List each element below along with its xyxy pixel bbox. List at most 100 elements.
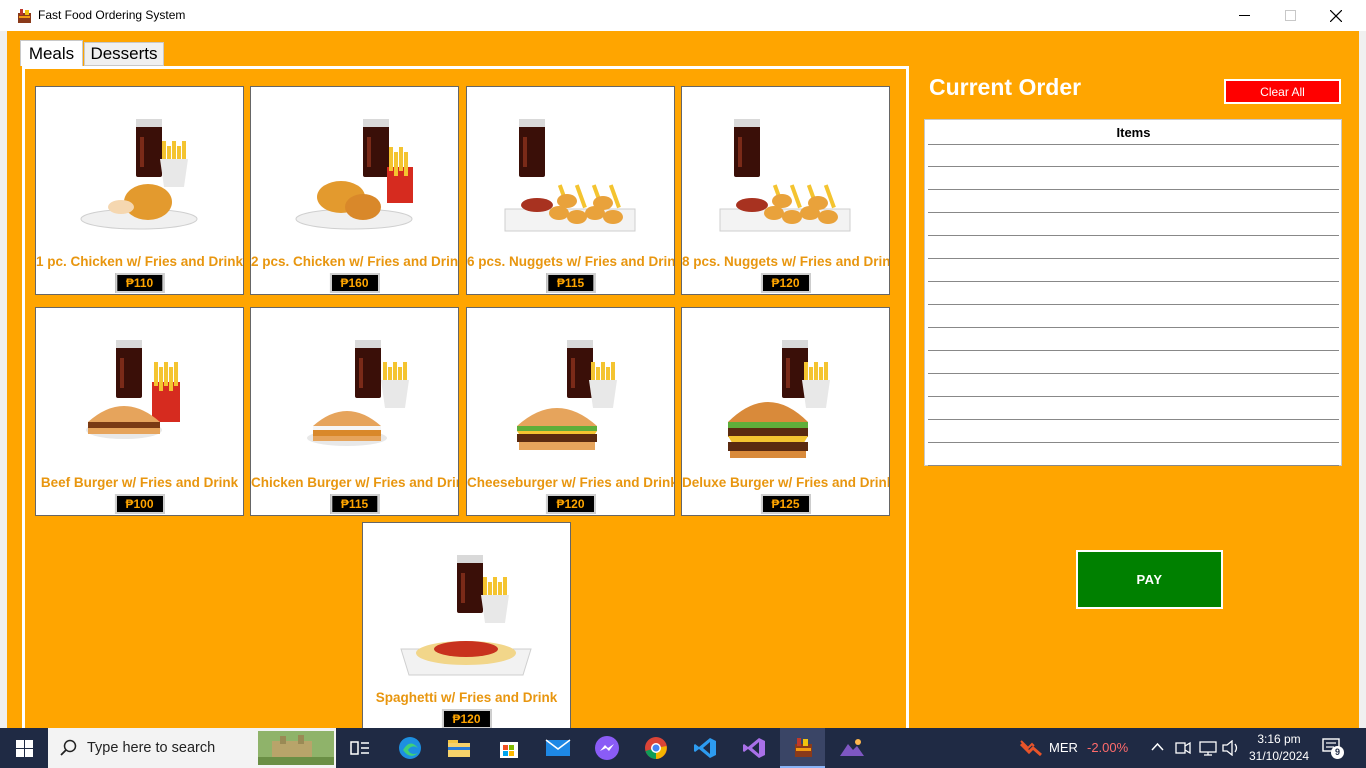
meal-card[interactable]: Beef Burger w/ Fries and Drink ₱100 <box>35 307 244 516</box>
title-bar: Fast Food Ordering System <box>0 0 1366 31</box>
meet-now-icon[interactable] <box>1175 740 1191 756</box>
order-row[interactable] <box>928 374 1339 397</box>
order-row[interactable] <box>928 259 1339 282</box>
taskbar-mail[interactable] <box>544 734 572 762</box>
taskbar-messenger[interactable] <box>593 734 621 762</box>
items-column-header: Items <box>928 122 1339 145</box>
taskbar-photos[interactable] <box>838 734 866 762</box>
order-row[interactable] <box>928 420 1339 443</box>
notification-center-button[interactable]: 9 <box>1322 738 1346 760</box>
clock-time[interactable]: 3:16 pm <box>1256 732 1302 746</box>
meal-name: 6 pcs. Nuggets w/ Fries and Drink <box>467 254 674 269</box>
current-order-title: Current Order <box>929 74 1082 100</box>
pay-button[interactable]: PAY <box>1076 550 1223 609</box>
order-row[interactable] <box>928 305 1339 328</box>
clock-date[interactable]: 31/10/2024 <box>1249 749 1309 763</box>
meal-image <box>728 340 830 458</box>
meal-name: Beef Burger w/ Fries and Drink <box>40 475 239 490</box>
meal-card[interactable]: 6 pcs. Nuggets w/ Fries and Drink ₱115 <box>466 86 675 295</box>
edge-icon <box>399 737 421 759</box>
meal-price: ₱115 <box>329 494 380 514</box>
order-items-list[interactable]: Items <box>924 119 1342 466</box>
order-row[interactable] <box>928 351 1339 374</box>
meal-price: ₱115 <box>545 273 596 293</box>
meal-price: ₱120 <box>545 494 596 514</box>
minimize-button[interactable] <box>1221 0 1267 31</box>
search-highlight-icon <box>258 731 334 765</box>
order-row[interactable] <box>928 328 1339 351</box>
meal-name: 8 pcs. Nuggets w/ Fries and Drink <box>682 254 889 269</box>
stock-ticker[interactable]: MER <box>1049 740 1078 755</box>
meal-image <box>504 119 636 232</box>
meal-card[interactable]: Deluxe Burger w/ Fries and Drink ₱125 <box>681 307 890 516</box>
chevron-up-icon[interactable] <box>1151 742 1164 752</box>
meal-name: Cheeseburger w/ Fries and Drink <box>467 475 674 490</box>
meal-price: ₱120 <box>441 709 492 729</box>
meal-image <box>86 340 180 439</box>
order-row[interactable] <box>928 190 1339 213</box>
meal-card[interactable]: Chicken Burger w/ Fries and Drink ₱115 <box>250 307 459 516</box>
volume-icon[interactable] <box>1222 740 1240 756</box>
taskbar-visual-studio[interactable] <box>740 734 768 762</box>
windows-icon <box>15 739 33 757</box>
order-row[interactable] <box>928 282 1339 305</box>
taskbar-search[interactable]: Type here to search <box>48 728 336 768</box>
order-row[interactable] <box>928 397 1339 420</box>
meal-image <box>719 119 851 232</box>
meal-card[interactable]: 8 pcs. Nuggets w/ Fries and Drink ₱120 <box>681 86 890 295</box>
clear-all-button[interactable]: Clear All <box>1224 79 1341 104</box>
search-placeholder: Type here to search <box>87 740 216 756</box>
close-icon <box>1330 9 1342 22</box>
taskbar-file-explorer[interactable] <box>445 734 473 762</box>
meal-price: ₱100 <box>114 494 165 514</box>
meal-name: Chicken Burger w/ Fries and Drink <box>251 475 458 490</box>
meal-image <box>517 340 617 450</box>
meal-name: Spaghetti w/ Fries and Drink <box>375 690 558 705</box>
network-icon[interactable] <box>1199 740 1217 756</box>
taskbar: Type here to search MER -2.00% 3:16 pm 3… <box>0 728 1366 768</box>
order-row[interactable] <box>928 144 1339 167</box>
meal-name: 2 pcs. Chicken w/ Fries and Drink <box>251 254 458 269</box>
taskbar-vscode[interactable] <box>691 734 719 762</box>
window-title: Fast Food Ordering System <box>38 8 186 22</box>
taskbar-fast-food-app[interactable] <box>780 728 825 768</box>
start-button[interactable] <box>0 728 48 768</box>
meal-price: ₱120 <box>760 273 811 293</box>
tab-meals[interactable]: Meals <box>20 40 83 66</box>
order-row[interactable] <box>928 443 1339 466</box>
taskbar-edge[interactable] <box>396 734 424 762</box>
taskbar-chrome[interactable] <box>642 734 670 762</box>
meal-image <box>307 340 409 446</box>
visual-studio-icon <box>743 738 765 758</box>
meal-name: Deluxe Burger w/ Fries and Drink <box>682 475 889 490</box>
taskbar-store[interactable] <box>495 734 523 762</box>
meal-card[interactable]: Cheeseburger w/ Fries and Drink ₱120 <box>466 307 675 516</box>
background-window-edge <box>1359 31 1366 731</box>
close-button[interactable] <box>1313 0 1359 31</box>
maximize-icon <box>1284 10 1296 21</box>
mail-icon <box>545 739 571 756</box>
meal-card[interactable]: 2 pcs. Chicken w/ Fries and Drink ₱160 <box>250 86 459 295</box>
maximize-button[interactable] <box>1267 0 1313 31</box>
search-icon <box>60 739 77 756</box>
meal-image <box>295 119 413 230</box>
tab-desserts[interactable]: Desserts <box>84 42 164 66</box>
order-row[interactable] <box>928 167 1339 190</box>
meal-price: ₱110 <box>114 273 165 293</box>
meal-image <box>400 555 532 676</box>
order-row[interactable] <box>928 236 1339 259</box>
folder-icon <box>448 740 470 757</box>
meal-card[interactable]: Spaghetti w/ Fries and Drink ₱120 <box>362 522 571 731</box>
chrome-icon <box>645 737 667 759</box>
meal-card[interactable]: 1 pc. Chicken w/ Fries and Drink ₱110 <box>35 86 244 295</box>
meal-image <box>80 119 198 230</box>
task-view-icon <box>350 741 369 755</box>
meal-price: ₱125 <box>760 494 811 514</box>
fast-food-app-icon <box>794 738 812 757</box>
order-row[interactable] <box>928 213 1339 236</box>
task-view-button[interactable] <box>346 734 374 762</box>
meal-name: 1 pc. Chicken w/ Fries and Drink <box>36 254 243 269</box>
messenger-icon <box>595 736 619 760</box>
background-window-edge <box>0 31 7 731</box>
stock-icon <box>1020 740 1042 756</box>
